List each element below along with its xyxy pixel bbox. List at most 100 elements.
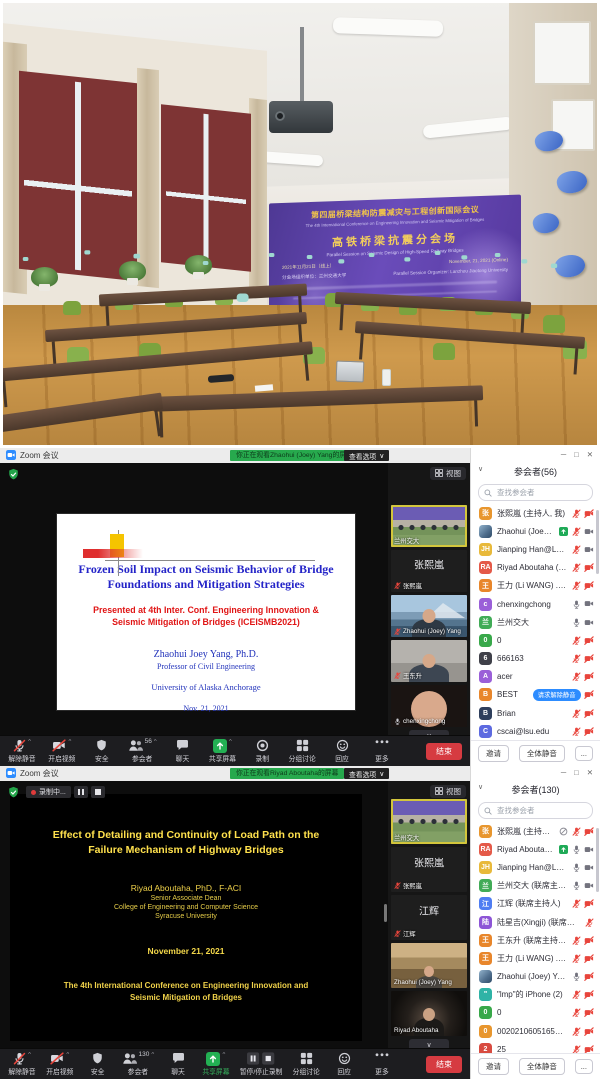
- toolbar-video-muted[interactable]: ^开启视频: [48, 739, 76, 763]
- minimize-button[interactable]: ─: [561, 768, 566, 781]
- avatar: c: [479, 598, 492, 611]
- participant-row[interactable]: Aacer: [471, 668, 600, 686]
- participant-name: Brian: [497, 709, 567, 718]
- participant-row[interactable]: Zhaohui (Joey) Yang: [471, 522, 600, 540]
- video-tile[interactable]: 兰州交大: [391, 505, 467, 547]
- mute-all-button[interactable]: 全体静音: [519, 745, 565, 762]
- participant-name: "lmp"的 iPhone (2): [497, 989, 567, 1000]
- video-tile[interactable]: Zhaohui (Joey) Yang: [391, 943, 467, 988]
- participant-row[interactable]: RARiyad Aboutaha (联席主持人): [471, 840, 600, 858]
- video-tile[interactable]: 张熙嵐张熙嵐: [391, 847, 467, 892]
- participant-row[interactable]: BBrian: [471, 704, 600, 722]
- banner-date-en: November, 21, 2021 (Online): [449, 257, 508, 265]
- slide-scrollbar[interactable]: [384, 904, 387, 922]
- participant-row[interactable]: 张张熙嵐 (主持人, 我): [471, 504, 600, 522]
- search-input[interactable]: [495, 805, 587, 816]
- video-tile[interactable]: chenxingchong: [391, 685, 467, 727]
- participant-row[interactable]: 00: [471, 1004, 600, 1022]
- minimize-button[interactable]: ─: [561, 450, 566, 463]
- close-button[interactable]: ✕: [587, 768, 593, 781]
- participant-row[interactable]: 000202106051651280681942318...: [471, 1022, 600, 1040]
- stop-recording-button[interactable]: [91, 786, 105, 798]
- toolbar-pause-stop[interactable]: 暂停/停止录制: [240, 1052, 283, 1076]
- toolbar-record[interactable]: 录制: [248, 739, 276, 763]
- pause-recording-button[interactable]: [74, 786, 88, 798]
- toolbar-breakout[interactable]: 分组讨论: [292, 1052, 320, 1076]
- participant-row[interactable]: 陆陆星吉(Xingji) (联席主持人): [471, 913, 600, 931]
- toolbar-share-screen[interactable]: ^共享屏幕: [202, 1052, 230, 1076]
- toolbar-participants[interactable]: 130^参会者: [122, 1052, 155, 1076]
- maximize-button[interactable]: □: [574, 450, 579, 463]
- participant-row[interactable]: Ccscai@lsu.edu: [471, 722, 600, 740]
- toolbar-reactions[interactable]: 回应: [328, 739, 356, 763]
- mute-all-button[interactable]: 全体静音: [519, 1058, 565, 1075]
- participant-row[interactable]: 兰兰州交大 (联席主持人): [471, 877, 600, 895]
- video-tile[interactable]: 张熙嵐张熙嵐: [391, 550, 467, 592]
- video-tile[interactable]: 王东升: [391, 640, 467, 682]
- camera-off-icon: [584, 690, 594, 699]
- toolbar-participants[interactable]: 56^参会者: [128, 739, 157, 763]
- search-input[interactable]: [495, 487, 587, 498]
- video-tile[interactable]: 江辉江辉: [391, 895, 467, 940]
- participant-row[interactable]: 6666163: [471, 650, 600, 668]
- participants-title: 参会者(56): [514, 467, 557, 477]
- end-meeting-button[interactable]: 结束: [426, 743, 462, 760]
- toolbar-mic-muted[interactable]: ^解除静音: [8, 739, 36, 763]
- scrollbar[interactable]: [596, 828, 599, 892]
- row-status-icons: [559, 827, 594, 836]
- participant-row[interactable]: 张张熙嵐 (主持人, 我): [471, 822, 600, 840]
- video-tile[interactable]: 兰州交大: [391, 799, 467, 844]
- toolbar-more[interactable]: 更多: [368, 739, 396, 763]
- participant-row[interactable]: 兰兰州交大: [471, 613, 600, 631]
- close-button[interactable]: ✕: [587, 450, 593, 463]
- toolbar-share-screen[interactable]: ^共享屏幕: [208, 739, 236, 763]
- recording-dot-icon: [31, 790, 36, 795]
- participant-row[interactable]: RARiyad Aboutaha (联席主持人): [471, 559, 600, 577]
- collapse-strip-button[interactable]: ∨: [409, 730, 449, 735]
- participant-row[interactable]: Zhaohui (Joey) Yang: [471, 968, 600, 986]
- view-button[interactable]: 视图: [430, 467, 466, 480]
- participant-row[interactable]: 江江辉 (联席主持人): [471, 895, 600, 913]
- participant-row[interactable]: ""lmp"的 iPhone (2): [471, 986, 600, 1004]
- view-options-button[interactable]: 查看选项∨: [344, 450, 389, 461]
- scrollbar[interactable]: [596, 510, 599, 574]
- view-button[interactable]: 视图: [430, 785, 466, 798]
- participant-row[interactable]: 王王力 (Li WANG) ...(联席主持人): [471, 577, 600, 595]
- participant-row[interactable]: JHJianping Han@Lan... (联席主持人): [471, 858, 600, 876]
- maximize-button[interactable]: □: [574, 768, 579, 781]
- toolbar-video-muted[interactable]: ^开启视频: [46, 1052, 74, 1076]
- toolbar-chat[interactable]: 聊天: [169, 739, 197, 763]
- share-screen-icon: ^: [206, 1052, 225, 1065]
- participant-row[interactable]: 225: [471, 1040, 600, 1053]
- invite-button[interactable]: 邀请: [478, 745, 509, 762]
- participant-row[interactable]: BBEST请求解除静音: [471, 686, 600, 704]
- participant-name: Jianping Han@Lan... (联席主持人): [497, 862, 567, 873]
- view-options-button[interactable]: 查看选项∨: [344, 768, 389, 779]
- more-options-button[interactable]: ...: [575, 1059, 593, 1074]
- participant-row[interactable]: 王王东升 (联席主持人): [471, 931, 600, 949]
- toolbar-reactions[interactable]: 回应: [330, 1052, 358, 1076]
- toolbar-breakout[interactable]: 分组讨论: [288, 739, 316, 763]
- row-status-icons: [572, 972, 595, 981]
- video-tile[interactable]: Riyad Aboutaha: [391, 991, 467, 1036]
- participant-row[interactable]: 王王力 (Li WANG) ...(联席主持人): [471, 949, 600, 967]
- video-tile[interactable]: Zhaohui (Joey) Yang: [391, 595, 467, 637]
- participant-row[interactable]: cchenxingchong: [471, 595, 600, 613]
- participant-row[interactable]: 00: [471, 631, 600, 649]
- collapse-panel-button[interactable]: ∨: [478, 465, 483, 473]
- toolbar-chat[interactable]: 聊天: [164, 1052, 192, 1076]
- participant-row[interactable]: JHJianping Han@Lan... (联席主持人): [471, 540, 600, 558]
- end-meeting-button[interactable]: 结束: [426, 1056, 462, 1073]
- toolbar-mic-muted[interactable]: ^解除静音: [8, 1052, 36, 1076]
- participants-icon: 130^: [122, 1052, 155, 1065]
- ask-unmute-button[interactable]: 请求解除静音: [533, 689, 581, 701]
- camera-icon: [584, 618, 594, 627]
- toolbar-shield[interactable]: 安全: [84, 1052, 112, 1076]
- toolbar-more[interactable]: 更多: [368, 1052, 396, 1076]
- toolbar-label: 共享屏幕: [202, 1066, 229, 1076]
- collapse-strip-button[interactable]: ∨: [409, 1039, 449, 1048]
- invite-button[interactable]: 邀请: [478, 1058, 509, 1075]
- more-options-button[interactable]: ...: [575, 746, 593, 761]
- collapse-panel-button[interactable]: ∨: [478, 783, 483, 791]
- toolbar-shield[interactable]: 安全: [88, 739, 116, 763]
